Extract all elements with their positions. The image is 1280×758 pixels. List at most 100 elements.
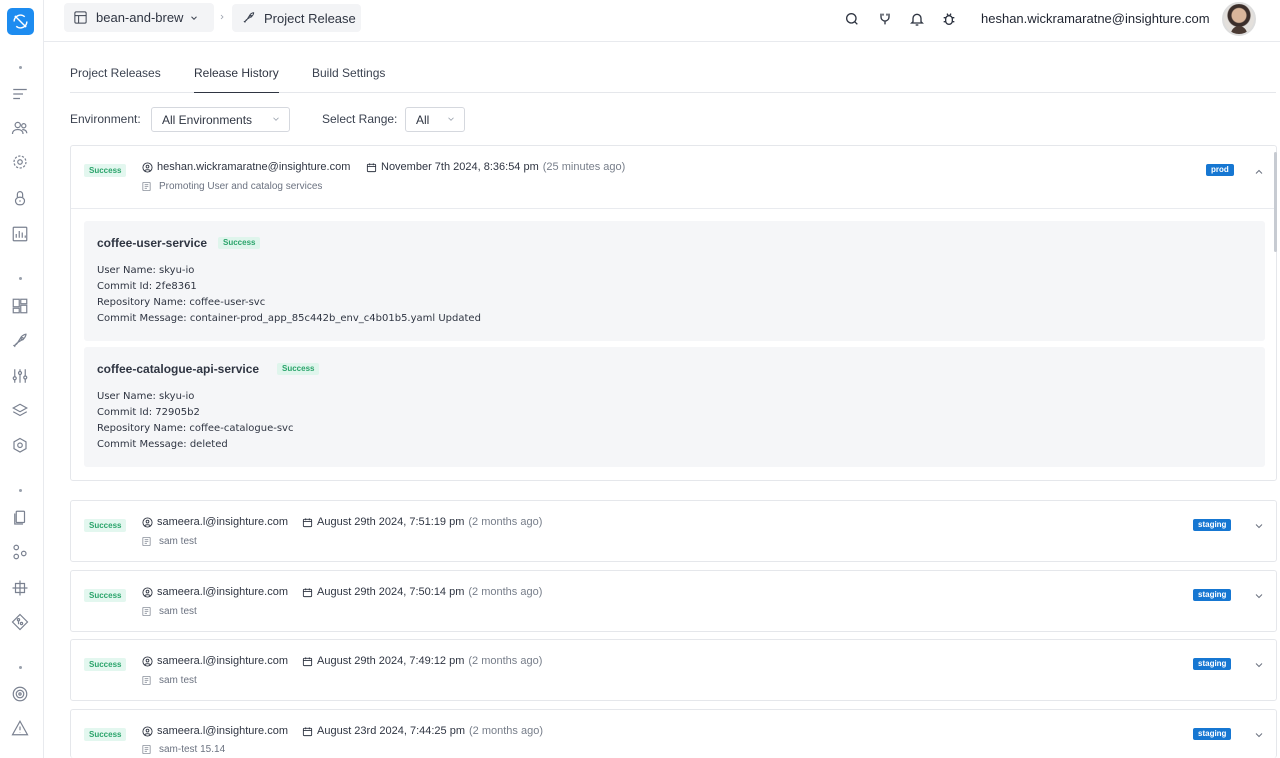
service-repository: Repository Name: coffee-user-svc	[97, 297, 266, 308]
sliders-icon[interactable]	[10, 366, 30, 386]
chart-icon[interactable]	[10, 224, 30, 244]
chevron-down-icon[interactable]	[1253, 659, 1265, 671]
release-user-email: sameera.l@insighture.com	[157, 655, 288, 667]
calendar-icon	[302, 517, 313, 527]
release-card: Success heshan.wickramaratne@insighture.…	[70, 145, 1277, 481]
table-icon	[74, 11, 87, 24]
note-icon	[142, 181, 151, 192]
warning-icon[interactable]	[10, 718, 30, 738]
release-message-text: sam-test 15.14	[159, 744, 226, 755]
status-badge: Success	[84, 164, 127, 177]
chevron-down-icon[interactable]	[1253, 590, 1265, 602]
env-badge: staging	[1193, 519, 1232, 531]
environment-select[interactable]: All Environments	[151, 107, 290, 132]
calendar-icon	[366, 162, 377, 172]
logo-icon[interactable]	[7, 8, 34, 35]
user-circle-icon	[142, 161, 153, 173]
status-badge: Success	[84, 519, 127, 532]
env-badge: prod	[1206, 164, 1234, 176]
tab-release-history[interactable]: Release History	[194, 66, 279, 93]
release-user: sameera.l@insighture.com	[142, 586, 288, 598]
project-selector[interactable]: bean-and-brew	[64, 3, 214, 32]
chevron-down-icon	[191, 15, 198, 20]
note-icon	[142, 606, 151, 617]
scrollbar-thumb[interactable]	[1274, 152, 1277, 252]
release-date-text: November 7th 2024, 8:36:54 pm	[381, 161, 539, 173]
chevron-down-icon[interactable]	[1253, 729, 1265, 741]
status-badge: Success	[84, 658, 127, 671]
release-details: coffee-user-service Success User Name: s…	[71, 208, 1276, 480]
release-ago: (2 months ago)	[468, 655, 543, 667]
release-message: sam test	[141, 536, 197, 547]
release-user-email: sameera.l@insighture.com	[157, 586, 288, 598]
release-user: sameera.l@insighture.com	[142, 725, 288, 737]
bell-icon[interactable]	[908, 10, 926, 28]
service-commit-id: Commit Id: 2fe8361	[97, 281, 197, 292]
service-repository: Repository Name: coffee-catalogue-svc	[97, 423, 294, 434]
env-badge: staging	[1193, 589, 1232, 601]
users-icon[interactable]	[10, 118, 30, 138]
service-commit-message: Commit Message: container-prod_app_85c44…	[97, 313, 481, 324]
service-user-name: User Name: skyu-io	[97, 391, 195, 402]
breadcrumb-chevron-icon	[218, 11, 226, 25]
environment-value: All Environments	[162, 112, 253, 127]
search-icon[interactable]	[843, 10, 861, 28]
service-name: coffee-user-service	[97, 236, 208, 250]
dashboard-icon[interactable]	[10, 296, 30, 316]
release-ago: (25 minutes ago)	[542, 161, 626, 173]
helm-icon[interactable]	[10, 436, 30, 456]
release-card[interactable]: Success sameera.l@insighture.com August …	[70, 709, 1277, 758]
service-user-name: User Name: skyu-io	[97, 265, 195, 276]
user-circle-icon	[142, 725, 153, 737]
environment-label: Environment:	[70, 112, 141, 126]
service-status-badge: Success	[277, 363, 320, 375]
release-user-email: sameera.l@insighture.com	[157, 516, 288, 528]
release-message-text: sam test	[159, 675, 197, 686]
release-card[interactable]: Success sameera.l@insighture.com August …	[70, 500, 1277, 562]
plugin-icon[interactable]	[876, 10, 894, 28]
calendar-icon	[302, 726, 313, 736]
service-panel: coffee-user-service Success User Name: s…	[84, 221, 1265, 341]
tab-bar: Project Releases Release History Build S…	[70, 56, 1276, 93]
lock-icon[interactable]	[10, 188, 30, 208]
user-circle-icon	[142, 516, 153, 528]
calendar-icon	[302, 656, 313, 666]
git-icon[interactable]	[10, 612, 30, 632]
chevron-down-icon	[273, 117, 279, 121]
status-badge: Success	[84, 728, 127, 741]
user-email[interactable]: heshan.wickramaratne@insighture.com	[981, 11, 1210, 26]
release-message: sam test	[141, 606, 197, 617]
layers-icon[interactable]	[10, 401, 30, 421]
breadcrumb-page[interactable]: Project Release	[232, 4, 361, 32]
release-ago: (2 months ago)	[468, 586, 543, 598]
user-circle-icon	[142, 586, 153, 598]
note-icon	[142, 675, 151, 686]
release-date: November 7th 2024, 8:36:54 pm (25 minute…	[366, 161, 625, 173]
avatar[interactable]	[1222, 2, 1256, 36]
release-user: sameera.l@insighture.com	[142, 516, 288, 528]
release-card[interactable]: Success sameera.l@insighture.com August …	[70, 639, 1277, 701]
env-badge: staging	[1193, 658, 1232, 670]
network-icon[interactable]	[10, 578, 30, 598]
target-icon[interactable]	[10, 684, 30, 704]
release-ago: (2 months ago)	[468, 516, 543, 528]
bug-icon[interactable]	[940, 10, 958, 28]
release-ago: (2 months ago)	[469, 725, 543, 737]
chevron-down-icon[interactable]	[1253, 520, 1265, 532]
range-select[interactable]: All	[405, 107, 465, 132]
top-bar: bean-and-brew Project Release heshan.wic…	[44, 0, 1280, 42]
sidebar-divider	[19, 277, 22, 280]
tab-project-releases[interactable]: Project Releases	[70, 66, 161, 92]
release-user-email: heshan.wickramaratne@insighture.com	[157, 161, 351, 173]
project-name: bean-and-brew	[96, 10, 184, 25]
chevron-up-icon[interactable]	[1253, 166, 1265, 178]
settings-icon[interactable]	[10, 152, 30, 172]
menu-lines-icon[interactable]	[10, 84, 30, 104]
rocket-icon[interactable]	[10, 331, 30, 351]
nodes-icon[interactable]	[10, 542, 30, 562]
release-card[interactable]: Success sameera.l@insighture.com August …	[70, 570, 1277, 632]
documents-icon[interactable]	[10, 508, 30, 528]
service-commit-id: Commit Id: 72905b2	[97, 407, 200, 418]
release-message-text: sam test	[159, 606, 197, 617]
tab-build-settings[interactable]: Build Settings	[312, 66, 385, 92]
